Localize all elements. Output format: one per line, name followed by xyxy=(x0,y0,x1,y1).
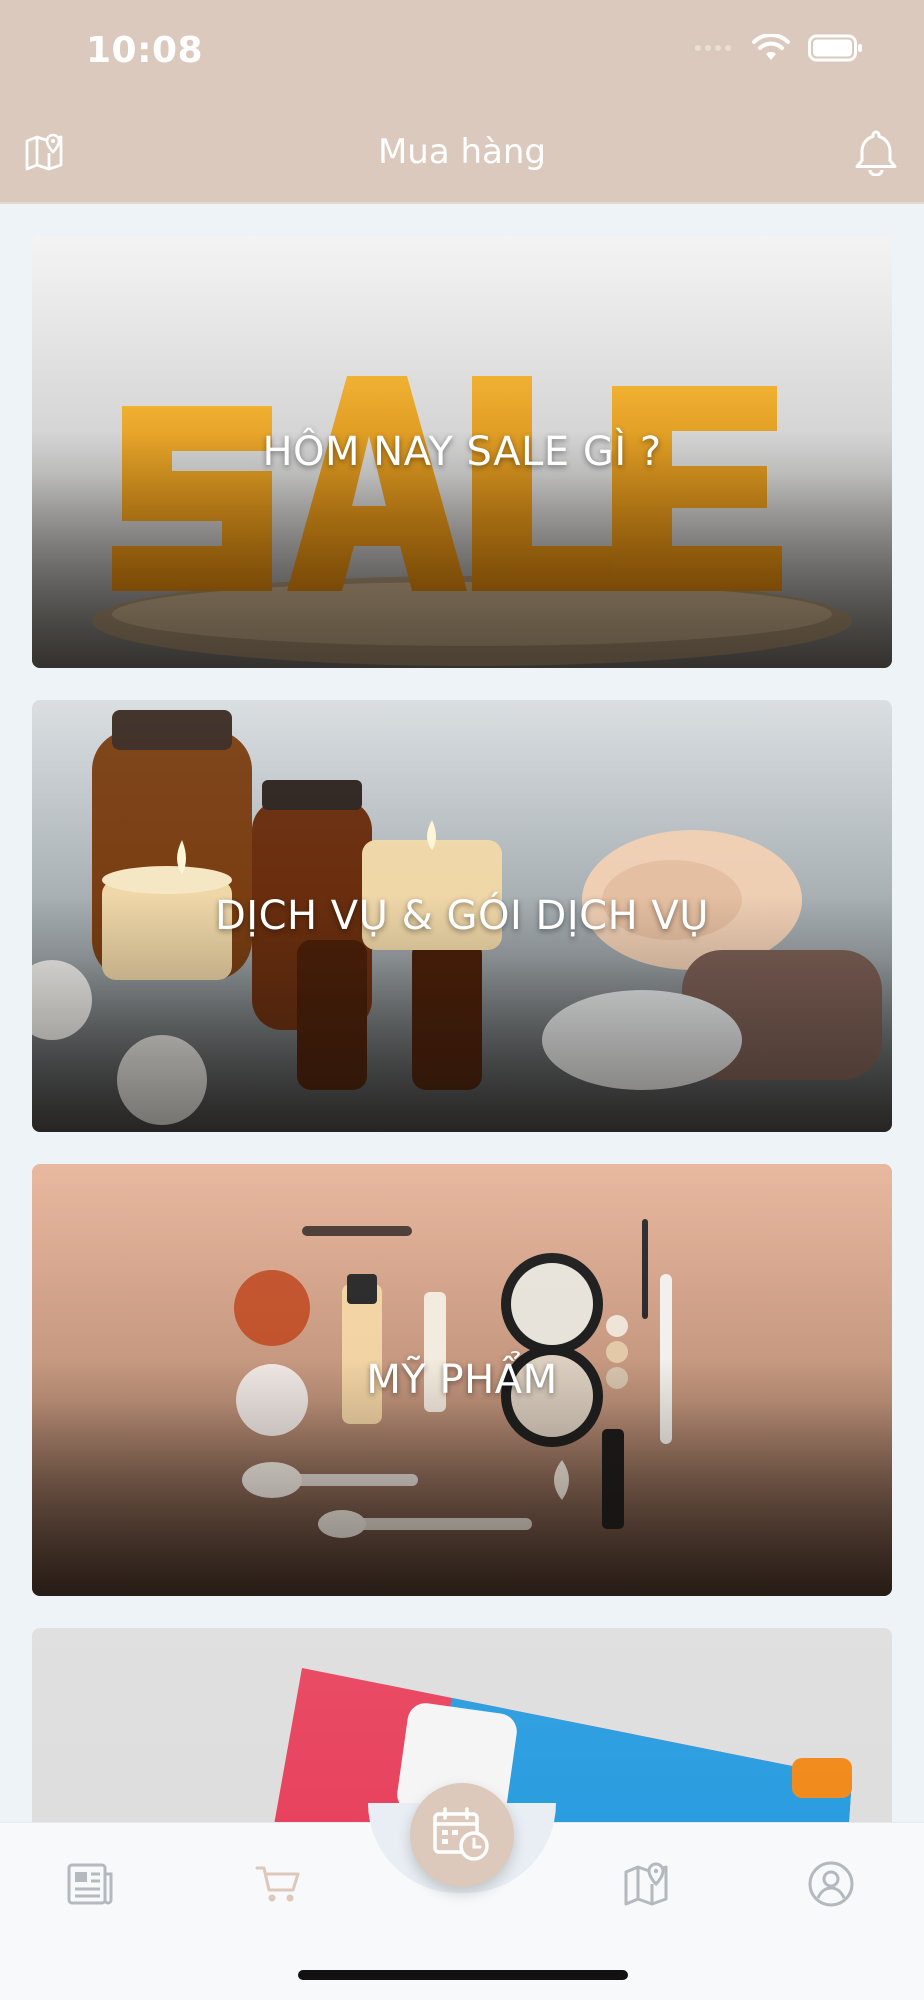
tab-shopping[interactable] xyxy=(243,1849,313,1919)
news-icon xyxy=(67,1863,113,1905)
wifi-icon xyxy=(752,34,790,60)
tab-map[interactable] xyxy=(611,1849,681,1919)
page-title: Mua hàng xyxy=(377,132,547,172)
category-list: HÔM NAY SALE GÌ ? DỊCH VỤ & GÓI DỊCH VỤ … xyxy=(0,206,924,1822)
calendar-clock-icon xyxy=(433,1807,489,1861)
tab-news[interactable] xyxy=(56,1849,126,1919)
category-card-cosmetics[interactable]: MỸ PHẨM xyxy=(32,1164,892,1596)
battery-icon xyxy=(808,34,862,62)
user-icon xyxy=(808,1861,854,1907)
card-title: MỸ PHẨM xyxy=(366,1357,558,1403)
status-bar: 10:08 xyxy=(0,0,924,100)
card-title: HÔM NAY SALE GÌ ? xyxy=(262,429,662,475)
status-icons xyxy=(694,34,864,62)
app-header: Mua hàng xyxy=(0,100,924,204)
home-indicator xyxy=(298,1970,628,1980)
signal-icon xyxy=(695,45,731,51)
card-title: DỊCH VỤ & GÓI DỊCH VỤ xyxy=(214,893,710,939)
map-pin-icon xyxy=(624,1862,668,1906)
status-time: 10:08 xyxy=(86,30,204,71)
notifications-button[interactable] xyxy=(848,124,904,180)
category-card-sale[interactable]: HÔM NAY SALE GÌ ? xyxy=(32,236,892,668)
bell-icon xyxy=(855,130,897,176)
tab-profile[interactable] xyxy=(796,1849,866,1919)
cart-icon xyxy=(255,1866,300,1902)
booking-button[interactable] xyxy=(410,1783,514,1887)
booking-fab-container xyxy=(368,1783,556,1893)
category-card-services[interactable]: DỊCH VỤ & GÓI DỊCH VỤ xyxy=(32,700,892,1132)
